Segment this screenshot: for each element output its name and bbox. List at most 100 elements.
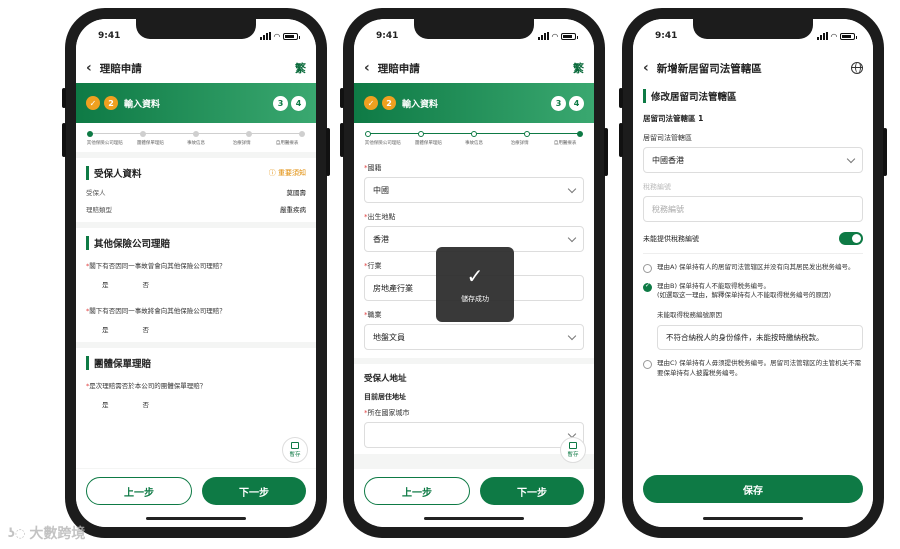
field-label: *出生地點 xyxy=(364,213,396,221)
wifi-icon: ◠ xyxy=(551,31,558,41)
radio-checked-icon xyxy=(643,282,652,292)
battery-icon xyxy=(561,32,578,40)
home-indicator xyxy=(424,517,524,520)
reason-textarea[interactable]: 不符合納稅人的身份條件，未能按時繳納稅款。 xyxy=(657,324,863,351)
no-tax-toggle-row: 未能提供稅務編號 xyxy=(643,232,863,245)
progress-label: 團體保單理賠 xyxy=(414,141,442,146)
nav-bar: ‹ 理賠申請 繁 xyxy=(76,53,316,83)
progress-label: 自用醫療表 xyxy=(275,141,299,146)
jurisdiction-select[interactable]: 中國香港 xyxy=(643,147,863,173)
save-success-toast: ✓ 儲存成功 xyxy=(436,247,514,322)
radio-no[interactable]: 否 xyxy=(143,279,150,289)
section-title: 修改居留司法管轄區 xyxy=(651,92,737,103)
phone-frame-2: 9:41 ◠ ‹ 理賠申請 繁 ✓ 2 輸入資料 3 4 其他保險公司理賠 團體… xyxy=(340,8,608,538)
progress-dot xyxy=(418,131,424,137)
chevron-down-icon xyxy=(846,154,856,163)
field-label: 居留司法管轄區 xyxy=(643,134,692,142)
radio-yes[interactable]: 是 xyxy=(102,324,109,334)
phone-frame-1: 9:41 ◠ ‹ 理賠申請 繁 ✓ 2 輸入資料 3 4 其他保險公司理賠 團體… xyxy=(62,8,330,538)
field-label: *所在國家城市 xyxy=(364,409,410,417)
question-text: *是次理賠需否於本公司的團體保單理賠？ xyxy=(86,382,207,390)
page-title: 理賠申請 xyxy=(99,62,142,75)
status-time: 9:41 xyxy=(376,31,399,41)
chevron-down-icon xyxy=(567,184,577,193)
step-done-icon: ✓ xyxy=(364,96,378,110)
save-draft-icon xyxy=(291,442,299,449)
tax-number-input[interactable]: 稅務編號 xyxy=(643,196,863,222)
radio-no[interactable]: 否 xyxy=(143,324,150,334)
no-tax-toggle[interactable] xyxy=(839,232,863,245)
progress-label: 治療詳情 xyxy=(510,141,529,146)
phone-frame-3: 9:41 ◠ ‹ 新增新居留司法管轄區 修改居留司法管轄區 居留司法管轄區 1 … xyxy=(619,8,887,538)
signal-icon xyxy=(259,32,271,40)
address-card: 受保人地址 目前居住地址 *所在國家城市 xyxy=(354,364,594,454)
current-step-label: 輸入資料 xyxy=(402,99,439,110)
battery-icon xyxy=(283,32,300,40)
option-a[interactable]: 理由A) 保单持有人的居留司法管辖区并没有向其居民发出税务编号。 xyxy=(643,263,863,273)
sub-progress: 其他保險公司理賠 團體保單理賠 事故信息 治療詳情 自用醫療表 xyxy=(76,123,316,152)
step-done-icon: ✓ xyxy=(86,96,100,110)
home-indicator xyxy=(703,517,803,520)
page-title: 理賠申請 xyxy=(377,62,420,75)
step-4-badge: 4 xyxy=(569,95,584,111)
language-toggle[interactable]: 繁 xyxy=(295,60,306,76)
other-insurer-card: 其他保險公司理賠 *閣下有否因同一事故曾會向其他保險公司理賠？ 是 否 *閣下有… xyxy=(76,228,316,342)
back-icon[interactable]: ‹ xyxy=(643,60,649,76)
signal-icon xyxy=(537,32,549,40)
insured-row: 受保人 莫國壽 xyxy=(86,189,306,197)
next-button[interactable]: 下一步 xyxy=(480,477,584,505)
progress-label: 團體保單理賠 xyxy=(136,141,164,146)
watermark: ʖ◌ 大數跨境 xyxy=(8,526,86,542)
nav-bar: ‹ 理賠申請 繁 xyxy=(354,53,594,83)
phone-screen-2: 9:41 ◠ ‹ 理賠申請 繁 ✓ 2 輸入資料 3 4 其他保險公司理賠 團體… xyxy=(354,19,594,527)
back-icon[interactable]: ‹ xyxy=(86,60,92,76)
next-button[interactable]: 下一步 xyxy=(202,477,306,505)
brand-logo-icon: ʖ◌ xyxy=(8,526,26,540)
sub-progress: 其他保險公司理賠 團體保單理賠 事故信息 治療詳情 自用醫療表 xyxy=(354,123,594,152)
group-policy-card: 團體保單理賠 *是次理賠需否於本公司的團體保單理賠？ 是 否 xyxy=(76,348,316,468)
globe-icon[interactable] xyxy=(851,62,863,74)
progress-dot xyxy=(299,131,305,137)
battery-icon xyxy=(840,32,857,40)
draft-button[interactable]: 暫存 xyxy=(560,437,586,463)
progress-dot xyxy=(246,131,252,137)
important-notice-link[interactable]: ⓘ 重要須知 xyxy=(269,168,306,178)
step-3-badge: 3 xyxy=(551,95,566,111)
current-step-number: 2 xyxy=(104,96,118,110)
save-button[interactable]: 保存 xyxy=(643,475,863,503)
save-draft-icon xyxy=(569,442,577,449)
option-c[interactable]: 理由C) 保单持有人毋须提供税务编号。居留司法管辖区的主管机关不需要保单持有人披… xyxy=(643,359,863,378)
current-step-label: 輸入資料 xyxy=(124,99,161,110)
radio-yes[interactable]: 是 xyxy=(102,399,109,409)
nationality-select[interactable]: 中國 xyxy=(364,177,584,203)
insured-section-title: 受保人資料 xyxy=(94,169,142,180)
prev-button[interactable]: 上一步 xyxy=(86,477,192,505)
checkmark-icon: ✓ xyxy=(466,263,484,288)
insured-card: 受保人資料 ⓘ 重要須知 受保人 莫國壽 理賠類型 嚴重疾病 xyxy=(76,158,316,222)
progress-dot xyxy=(140,131,146,137)
field-label: *國籍 xyxy=(364,164,382,172)
country-city-select[interactable] xyxy=(364,422,584,448)
question-text: *閣下有否因同一事故曾會向其他保險公司理賠？ xyxy=(86,262,226,270)
progress-label: 治療詳情 xyxy=(232,141,251,146)
other-section-title: 其他保險公司理賠 xyxy=(94,239,171,250)
language-toggle[interactable]: 繁 xyxy=(573,60,584,76)
field-label: 稅務編號 xyxy=(643,183,671,191)
phone-screen-3: 9:41 ◠ ‹ 新增新居留司法管轄區 修改居留司法管轄區 居留司法管轄區 1 … xyxy=(633,19,873,527)
progress-dot xyxy=(577,131,583,137)
draft-button[interactable]: 暫存 xyxy=(282,437,308,463)
page-title: 新增新居留司法管轄區 xyxy=(656,62,762,75)
address-title: 受保人地址 xyxy=(364,374,407,384)
radio-no[interactable]: 否 xyxy=(143,399,150,409)
chevron-down-icon xyxy=(567,233,577,242)
prev-button[interactable]: 上一步 xyxy=(364,477,470,505)
progress-label: 事故信息 xyxy=(186,141,205,146)
option-b[interactable]: 理由B) 保单持有人不能取得税务编号。(如選取这一理由，解釋保单持有人不能取得税… xyxy=(643,282,863,301)
step-banner: ✓ 2 輸入資料 3 4 xyxy=(76,83,316,123)
progress-dot xyxy=(524,131,530,137)
progress-label: 其他保險公司理賠 xyxy=(86,141,123,146)
home-indicator xyxy=(146,517,246,520)
radio-yes[interactable]: 是 xyxy=(102,279,109,289)
occupation-select[interactable]: 地盤文員 xyxy=(364,324,584,350)
back-icon[interactable]: ‹ xyxy=(364,60,370,76)
